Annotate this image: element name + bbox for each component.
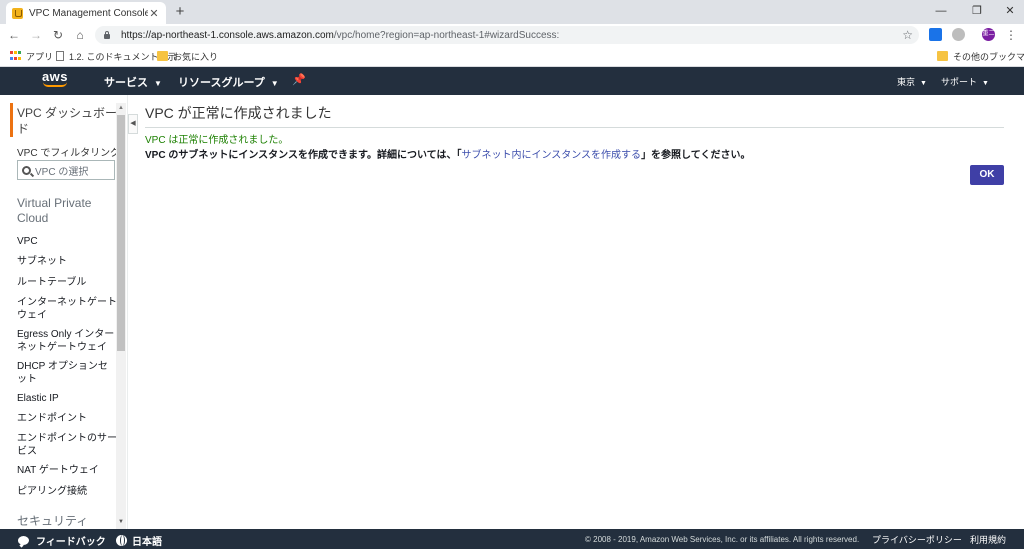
copyright-text: © 2008 - 2019, Amazon Web Services, Inc.…: [585, 535, 860, 544]
sidebar-item-nat-gateways[interactable]: NAT ゲートウェイ: [17, 464, 117, 477]
browser-tab-bar: VPC Management Console ✕ + — ❐ ✕: [0, 0, 1024, 24]
extension-icon[interactable]: [952, 28, 965, 41]
extension-icon[interactable]: [929, 28, 942, 41]
resource-groups-menu[interactable]: リソースグループ ▼: [178, 74, 279, 90]
tab-close-icon[interactable]: ✕: [148, 7, 160, 20]
sidebar-item-vpc[interactable]: VPC: [17, 235, 117, 248]
language-label: 日本語: [132, 537, 162, 548]
url-path: /vpc/home?region=ap-northeast-1#wizardSu…: [333, 29, 560, 41]
sidebar-item-dhcp-options[interactable]: DHCP オプションセット: [17, 360, 117, 386]
terms-link[interactable]: 利用規約: [970, 533, 1006, 546]
resource-groups-label: リソースグループ: [178, 77, 265, 89]
bookmark-label: お気に入り: [173, 51, 219, 62]
bookmark-favorites[interactable]: お気に入り: [157, 49, 218, 63]
pin-icon[interactable]: 📌: [292, 73, 306, 86]
vpc-filter-label: VPC でフィルタリング:: [17, 148, 123, 159]
bookmark-label: アプリ: [26, 51, 54, 62]
aws-favicon-icon: [12, 7, 23, 19]
window-close-icon[interactable]: ✕: [996, 0, 1024, 24]
scroll-up-icon[interactable]: ▲: [118, 105, 124, 111]
sidebar-section-security: セキュリティ: [17, 514, 89, 528]
sidebar-item-elastic-ip[interactable]: Elastic IP: [17, 392, 117, 405]
aws-header: aws サービス ▼ リソースグループ ▼ 📌 東京 ▼ サポート ▼: [0, 67, 1024, 95]
sidebar-section-vpc: Virtual Private Cloud: [17, 196, 92, 225]
services-label: サービス: [104, 77, 148, 89]
privacy-policy-link[interactable]: プライバシーポリシー: [872, 533, 962, 546]
address-bar: ← → ↻ ⌂ https://ap-northeast-1.console.a…: [0, 24, 1024, 46]
ok-button[interactable]: OK: [970, 165, 1004, 185]
sidebar-item-route-tables[interactable]: ルートテーブル: [17, 276, 117, 289]
aws-logo[interactable]: aws: [40, 70, 70, 90]
vpc-filter-placeholder: VPC の選択: [35, 166, 89, 178]
support-label: サポート: [941, 77, 978, 87]
browser-tab[interactable]: VPC Management Console ✕: [6, 2, 166, 24]
collapse-sidebar-icon[interactable]: ◀: [128, 114, 138, 134]
sidebar-item-subnets[interactable]: サブネット: [17, 255, 117, 268]
url-host: https://ap-northeast-1.console.aws.amazo…: [121, 29, 334, 41]
detail-text: VPC のサブネットにインスタンスを作成できます。詳細については、「サブネット内…: [145, 146, 750, 161]
scroll-down-icon[interactable]: ▼: [118, 519, 124, 525]
globe-icon: [116, 535, 127, 546]
active-indicator: [10, 103, 13, 137]
chevron-down-icon: ▼: [154, 79, 162, 88]
create-instance-link[interactable]: サブネット内にインスタンスを作成する: [461, 150, 641, 161]
region-label: 東京: [897, 77, 916, 87]
sidebar-item-endpoints[interactable]: エンドポイント: [17, 412, 117, 425]
maximize-icon[interactable]: ❐: [963, 0, 991, 24]
bookmark-label: その他のブックマーク: [953, 51, 1024, 62]
bookmarks-bar: アプリ 1.2. このドキュメントが示 お気に入り その他のブックマーク: [0, 46, 1024, 67]
folder-icon: [157, 51, 168, 61]
sidebar-divider: [127, 95, 128, 529]
apps-grid-icon: [10, 51, 21, 61]
document-icon: [56, 51, 64, 61]
back-icon[interactable]: ←: [6, 27, 22, 43]
bookmark-star-icon[interactable]: ☆: [902, 28, 913, 42]
chevron-down-icon: ▼: [982, 80, 989, 87]
region-menu[interactable]: 東京 ▼: [897, 75, 927, 88]
search-icon: [22, 165, 31, 175]
lock-icon: [103, 31, 111, 39]
success-message: VPC は正常に作成されました。: [145, 135, 289, 146]
footer: フィードバック 日本語 © 2008 - 2019, Amazon Web Se…: [0, 529, 1024, 549]
url-field[interactable]: https://ap-northeast-1.console.aws.amazo…: [95, 26, 919, 44]
home-icon[interactable]: ⌂: [72, 27, 88, 43]
services-menu[interactable]: サービス ▼: [104, 74, 162, 90]
sidebar-item-peering[interactable]: ピアリング接続: [17, 485, 117, 498]
reload-icon[interactable]: ↻: [50, 27, 66, 43]
folder-icon: [937, 51, 948, 61]
feedback-bubble-icon: [18, 536, 29, 545]
feedback-button[interactable]: フィードバック: [18, 533, 106, 548]
sidebar-item-egress-only-gateways[interactable]: Egress Only インターネットゲートウェイ: [17, 328, 117, 354]
sidebar-item-internet-gateways[interactable]: インターネットゲートウェイ: [17, 296, 117, 322]
bookmark-apps[interactable]: アプリ: [10, 49, 53, 63]
sidebar-item-dashboard[interactable]: VPC ダッシュボード: [17, 105, 117, 137]
support-menu[interactable]: サポート ▼: [941, 75, 989, 88]
detail-prefix: VPC のサブネットにインスタンスを作成できます。詳細については、「: [145, 150, 462, 161]
new-tab-button[interactable]: +: [172, 3, 188, 21]
profile-avatar[interactable]: 重二: [982, 28, 995, 41]
feedback-label: フィードバック: [36, 537, 106, 548]
sidebar-scrollbar[interactable]: ▲ ▼: [116, 103, 126, 529]
tab-title: VPC Management Console: [29, 7, 148, 19]
page-title: VPC が正常に作成されました: [145, 105, 332, 121]
scrollbar-thumb[interactable]: [117, 115, 125, 351]
chevron-down-icon: ▼: [270, 79, 279, 88]
browser-menu-icon[interactable]: ⋮: [1003, 27, 1019, 43]
aws-logo-text: aws: [41, 69, 69, 84]
bookmark-other[interactable]: その他のブックマーク: [937, 49, 1024, 63]
minimize-icon[interactable]: —: [927, 0, 955, 24]
title-divider: [145, 127, 1004, 128]
language-selector[interactable]: 日本語: [116, 533, 162, 548]
forward-icon[interactable]: →: [28, 27, 44, 43]
chevron-down-icon: ▼: [920, 80, 927, 87]
detail-suffix: 」を参照してください。: [641, 150, 751, 161]
sidebar-item-endpoint-services[interactable]: エンドポイントのサービス: [17, 432, 117, 458]
vpc-filter-select[interactable]: VPC の選択: [17, 160, 115, 180]
sidebar: VPC ダッシュボード VPC でフィルタリング: VPC の選択 Virtua…: [0, 95, 127, 529]
